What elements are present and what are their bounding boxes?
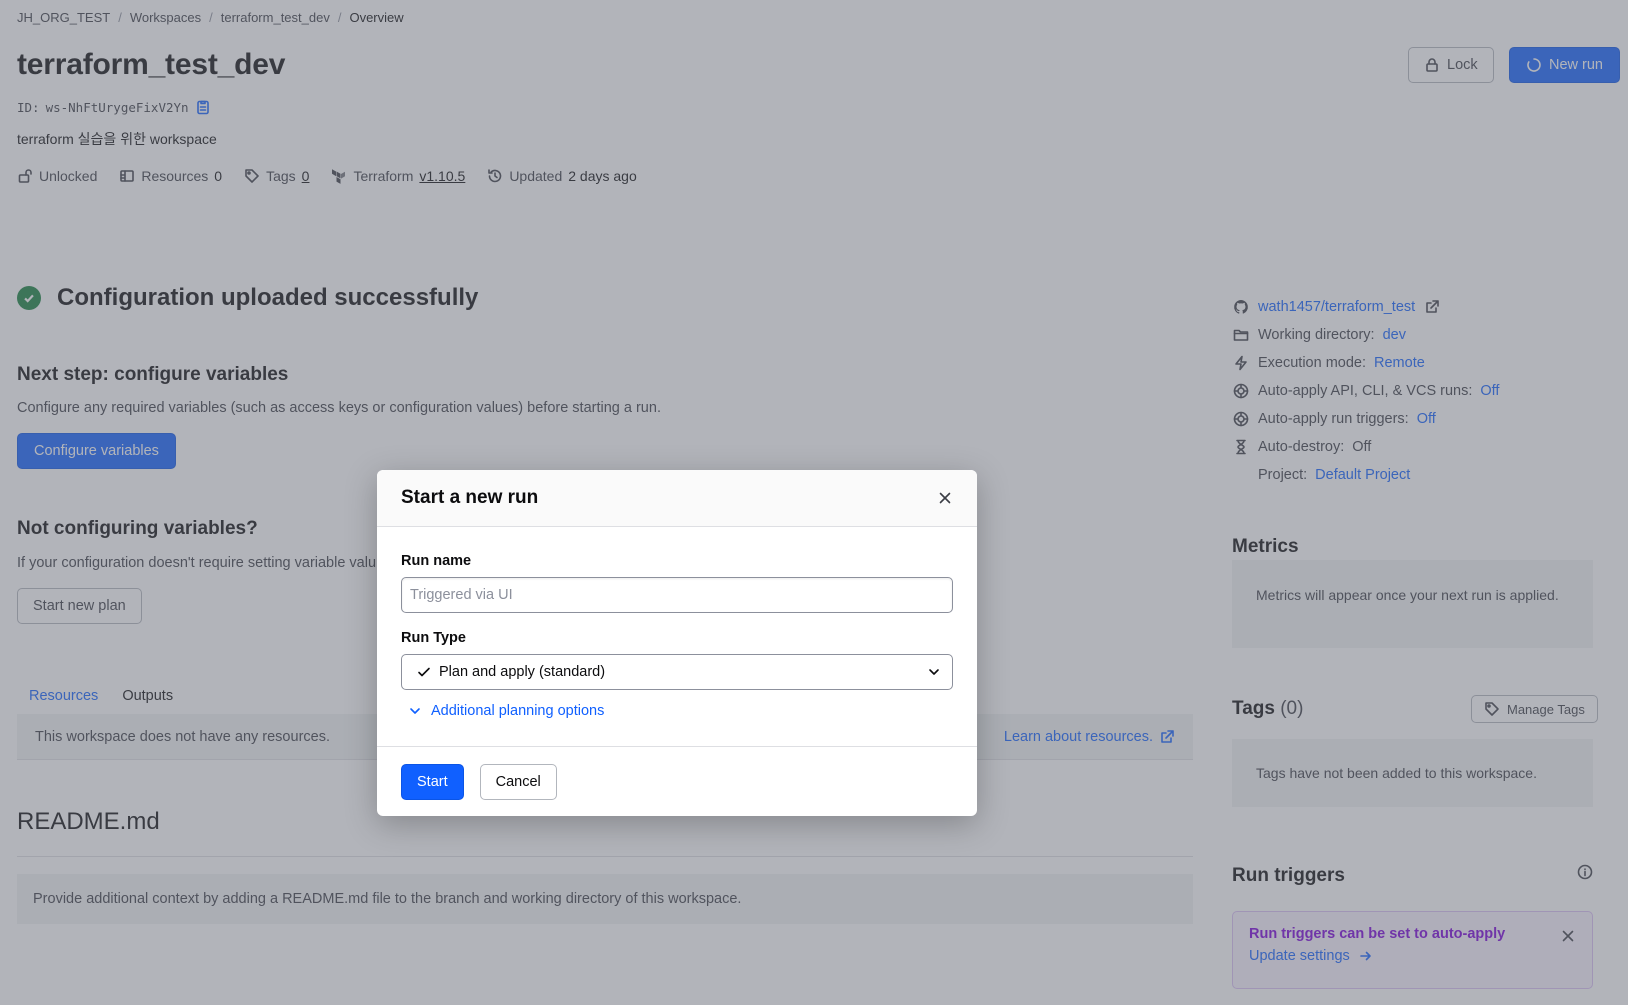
start-button[interactable]: Start: [401, 763, 464, 800]
run-type-label: Run Type: [401, 630, 466, 646]
run-name-label: Run name: [401, 553, 472, 569]
start-run-modal: Start a new run Run name Run Type Plan a…: [377, 470, 977, 816]
modal-title: Start a new run: [401, 487, 539, 508]
modal-body: Run name Run Type Plan and apply (standa…: [377, 527, 977, 719]
cancel-button[interactable]: Cancel: [479, 763, 557, 800]
modal-footer: Start Cancel: [377, 746, 977, 816]
modal-header: Start a new run: [377, 470, 977, 527]
run-type-value: Plan and apply (standard): [439, 664, 606, 680]
additional-planning-options-label: Additional planning options: [431, 703, 605, 719]
run-name-input[interactable]: [401, 577, 953, 613]
check-icon: [416, 664, 432, 680]
chevron-down-icon: [926, 664, 942, 680]
additional-planning-options-toggle[interactable]: Additional planning options: [401, 703, 953, 719]
chevron-down-icon: [407, 703, 423, 719]
close-icon[interactable]: [937, 490, 953, 506]
run-type-select[interactable]: Plan and apply (standard): [401, 654, 953, 690]
